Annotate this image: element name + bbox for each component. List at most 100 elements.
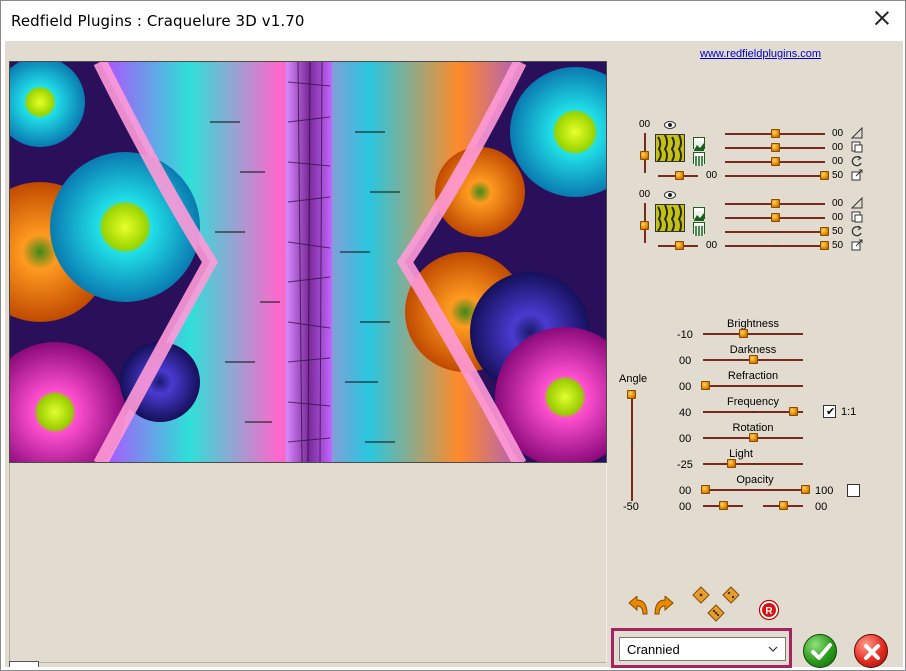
preset-dropdown[interactable]: Crannied: [619, 637, 786, 661]
angle-knob[interactable]: [627, 390, 636, 399]
offset-left-value: 00: [679, 501, 692, 513]
offset-left-knob[interactable]: [719, 501, 728, 510]
ratio-lock-checkbox[interactable]: ✔: [823, 405, 836, 418]
opacity-track: [703, 489, 803, 491]
angle-value: -50: [623, 501, 639, 513]
ratio-lock-label: 1:1: [841, 406, 857, 418]
frequency-value: 40: [679, 407, 692, 419]
light-value: -25: [677, 459, 693, 471]
frequency-label: Frequency: [727, 396, 779, 408]
plugin-client-area: www.redfieldplugins.com 00 00 00 00 00 5…: [5, 41, 903, 668]
layer1-pattern-button[interactable]: [693, 152, 705, 166]
eye-icon[interactable]: [664, 191, 676, 199]
refraction-track: [703, 385, 803, 387]
layer2-slider2-knob[interactable]: [771, 213, 780, 222]
layer2-bottom-knob[interactable]: [675, 241, 684, 250]
layer2-bottom-value: 00: [706, 240, 718, 251]
undo-icon[interactable]: [627, 596, 651, 616]
reset-icon[interactable]: R: [758, 599, 780, 621]
darkness-value: 00: [679, 355, 692, 367]
redo-icon[interactable]: [651, 596, 675, 616]
refraction-value: 00: [679, 381, 692, 393]
plugin-window: Redfield Plugins : Craquelure 3D v1.70 w…: [0, 0, 906, 671]
svg-text:R: R: [765, 606, 773, 617]
layer1-vertical-knob[interactable]: [640, 151, 649, 160]
layer1-slider1-knob[interactable]: [771, 129, 780, 138]
export-icon[interactable]: [851, 169, 863, 181]
layer2-slider3-tick: [775, 231, 777, 233]
layer1-slider4-tick: [775, 175, 777, 177]
layer2-slider3-value: 50: [832, 226, 844, 237]
layer2-slider4-tick: [775, 245, 777, 247]
brightness-value: -10: [677, 329, 693, 341]
layer1-bottom-knob[interactable]: [675, 171, 684, 180]
frequency-knob[interactable]: [789, 407, 798, 416]
window-title: Redfield Plugins : Craquelure 3D v1.70: [11, 12, 305, 30]
preview-artwork: [10, 62, 606, 462]
cancel-button[interactable]: [854, 634, 888, 668]
refraction-knob[interactable]: [701, 381, 710, 390]
preset-selected-value: Crannied: [627, 642, 680, 657]
layer2-slider3-knob[interactable]: [820, 227, 829, 236]
layer1-slider3-value: 00: [832, 156, 844, 167]
layer1-slider4-knob[interactable]: [820, 171, 829, 180]
close-window-icon[interactable]: [873, 9, 891, 27]
layer2-texture-thumbnail[interactable]: [655, 204, 685, 232]
brightness-label: Brightness: [727, 318, 779, 330]
layer1-left-value: 00: [639, 119, 651, 130]
title-bar: Redfield Plugins : Craquelure 3D v1.70: [1, 1, 905, 41]
opacity-label: Opacity: [736, 474, 774, 486]
preview-empty-area: [9, 463, 607, 663]
layer2-vertical-knob[interactable]: [640, 221, 649, 230]
light-knob[interactable]: [727, 459, 736, 468]
triangle-icon[interactable]: [851, 127, 863, 139]
layer2-slider4-value: 50: [832, 240, 844, 251]
layer1-slider1-value: 00: [832, 128, 844, 139]
layer2-image-button[interactable]: [693, 207, 705, 221]
eye-icon[interactable]: [664, 121, 676, 129]
triangle-icon[interactable]: [851, 197, 863, 209]
cross-icon: [864, 644, 880, 660]
offset-right-knob[interactable]: [779, 501, 788, 510]
opacity-max-value: 100: [815, 485, 834, 497]
layer1-image-button[interactable]: [693, 137, 705, 151]
brightness-knob[interactable]: [739, 329, 748, 338]
page-icon[interactable]: [851, 141, 863, 153]
export-icon[interactable]: [851, 239, 863, 251]
layer1-slider2-knob[interactable]: [771, 143, 780, 152]
brightness-track: [703, 333, 803, 335]
light-tick: [753, 463, 755, 465]
layer2-slider2-value: 00: [832, 212, 844, 223]
refraction-label: Refraction: [727, 370, 779, 382]
layer1-slider2-value: 00: [832, 142, 844, 153]
layer1-bottom-value: 00: [706, 170, 718, 181]
layer2-slider1-knob[interactable]: [771, 199, 780, 208]
layer1-slider4-value: 50: [832, 170, 844, 181]
layer2-pattern-button[interactable]: [693, 222, 705, 236]
preview-image[interactable]: [9, 61, 607, 463]
angle-label: Angle: [619, 373, 648, 385]
darkness-knob[interactable]: [749, 355, 758, 364]
page-icon[interactable]: [851, 211, 863, 223]
light-label: Light: [729, 448, 753, 460]
opacity-min-value: 00: [679, 485, 692, 497]
angle-tick: [631, 441, 633, 443]
rotate-icon[interactable]: [851, 155, 863, 167]
opacity-checkbox[interactable]: [847, 484, 860, 497]
ok-button[interactable]: [803, 634, 837, 668]
rotation-knob[interactable]: [749, 433, 758, 442]
opacity-min-knob[interactable]: [701, 485, 710, 494]
randomize-dice-icon[interactable]: [691, 585, 753, 625]
layer2-slider4-knob[interactable]: [820, 241, 829, 250]
opacity-max-knob[interactable]: [801, 485, 810, 494]
rotate-icon[interactable]: [851, 225, 863, 237]
frequency-tick: [753, 411, 755, 413]
angle-track: [631, 391, 633, 501]
website-link[interactable]: www.redfieldplugins.com: [700, 48, 821, 60]
layer1-texture-thumbnail[interactable]: [655, 134, 685, 162]
layer1-slider3-knob[interactable]: [771, 157, 780, 166]
checkmark-icon: [811, 643, 832, 660]
chevron-down-icon: [768, 646, 778, 652]
offset-right-value: 00: [815, 501, 828, 513]
scroll-indicator[interactable]: [9, 661, 39, 667]
